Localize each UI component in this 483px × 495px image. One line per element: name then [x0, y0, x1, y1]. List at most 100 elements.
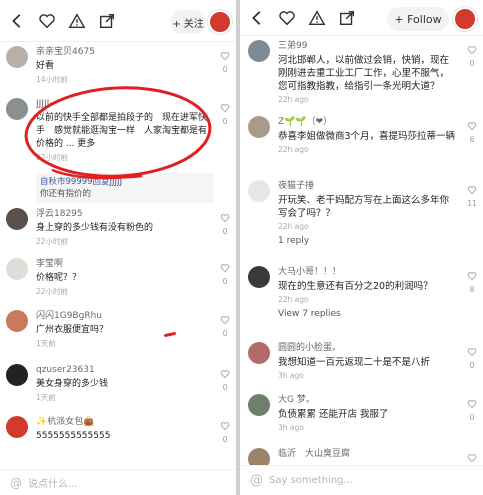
left-phone-screen: + 关注 亲亲宝贝4675 好看 14小时前 0 JJJJJ··· 以前的快手全… — [0, 0, 236, 495]
heart-icon[interactable] — [276, 7, 298, 29]
back-icon[interactable] — [6, 10, 28, 32]
like-count: 0 — [222, 435, 228, 444]
at-icon[interactable]: @ — [10, 476, 22, 490]
avatar[interactable] — [6, 258, 28, 280]
like-count: 11 — [467, 199, 477, 208]
like-count: 0 — [222, 383, 228, 392]
warning-icon[interactable] — [306, 7, 328, 29]
heart-icon — [220, 264, 230, 273]
like-count: 0 — [222, 117, 228, 126]
heart-icon — [467, 122, 477, 131]
comment-input-placeholder[interactable]: 说点什么... — [28, 475, 78, 490]
like-button[interactable]: 0 — [218, 310, 232, 339]
like-button[interactable]: 0 — [218, 364, 232, 393]
avatar[interactable] — [6, 310, 28, 332]
warning-icon[interactable] — [66, 10, 88, 32]
author-avatar[interactable] — [208, 10, 232, 34]
like-count: 0 — [222, 329, 228, 338]
comment-username[interactable]: Z🌱🌱（❤） — [278, 116, 457, 128]
back-icon[interactable] — [246, 7, 268, 29]
share-icon[interactable] — [96, 10, 118, 32]
avatar[interactable] — [6, 208, 28, 230]
comment-username[interactable]: 浮云18295 — [36, 208, 214, 220]
comment-text: 美女身穿的多少钱 — [36, 379, 109, 389]
avatar[interactable] — [6, 98, 28, 120]
comment-text: 身上穿的多少钱有没有粉色的 — [36, 223, 154, 233]
heart-icon — [467, 272, 477, 281]
at-icon[interactable]: @ — [250, 473, 263, 488]
heart-icon — [467, 46, 477, 55]
reply-preview[interactable]: 自秋市99999回复JJJJJ 你还有指价的 — [36, 173, 214, 203]
comment-time: 1天前 — [36, 393, 56, 402]
comment-username[interactable]: 大马小哥！！！ — [278, 266, 457, 278]
avatar[interactable] — [248, 180, 270, 202]
heart-icon[interactable] — [36, 10, 58, 32]
avatar[interactable] — [6, 416, 28, 438]
comment-username[interactable]: 临沂 大山臭豆腐 — [278, 448, 457, 460]
like-button[interactable]: 0 — [465, 40, 479, 69]
comment-time: 3h ago — [278, 371, 304, 380]
comment-time: 22小时前 — [36, 153, 69, 162]
comment-input-bar[interactable]: @ Say something... — [240, 465, 483, 495]
share-icon[interactable] — [336, 7, 358, 29]
comment-text: 负债累累 还能开店 我服了 — [278, 409, 389, 420]
avatar[interactable] — [6, 46, 28, 68]
comment-username[interactable]: 闪闪1G9BgRhu — [36, 310, 214, 322]
like-count: 0 — [222, 277, 228, 286]
comment-username[interactable]: 李莹啊 — [36, 258, 214, 270]
avatar[interactable] — [248, 266, 270, 288]
heart-icon — [220, 316, 230, 325]
like-button[interactable]: 0 — [465, 394, 479, 423]
screenshot-page: + 关注 亲亲宝贝4675 好看 14小时前 0 JJJJJ··· 以前的快手全… — [0, 0, 483, 495]
like-button[interactable]: 0 — [218, 208, 232, 237]
comment-time: 3h ago — [278, 423, 304, 432]
heart-icon — [220, 52, 230, 61]
comment-username[interactable]: 三弟99 — [278, 40, 457, 52]
like-button[interactable]: 0 — [218, 258, 232, 287]
comment-username[interactable]: ✨杭派女包👜 — [36, 416, 214, 428]
comment-text: 价格呢？？ — [36, 273, 82, 283]
comment-username[interactable]: 大G 梦。 — [278, 394, 457, 406]
comment-text: 广州衣服便宜吗？ — [36, 325, 109, 335]
comment-username[interactable]: 圆圆的小脸蛋。 — [278, 342, 457, 354]
comment-text: 现在的生意还有百分之20的利润吗？ — [278, 281, 433, 292]
comment-text: 恭喜李姐做微商3个月，喜提玛莎拉蒂一辆 — [278, 131, 456, 142]
view-replies-link[interactable]: 1 reply — [278, 236, 457, 246]
comment-text: 河北邯郸人，以前做过会销，快销，现在刚刚进去重工业工厂工作，心里不服气，您可指教… — [278, 55, 450, 92]
like-button[interactable]: 6 — [465, 116, 479, 145]
author-avatar[interactable] — [453, 7, 477, 31]
comment-input-bar[interactable]: @ 说点什么... — [0, 469, 236, 495]
comment-text: 开玩笑、老干妈配方写在上面这么多年你写会了吗？？ — [278, 195, 450, 219]
follow-button[interactable]: + 关注 — [170, 10, 206, 34]
like-button[interactable]: 0 — [218, 46, 232, 75]
like-button[interactable]: 8 — [465, 266, 479, 295]
like-count: 0 — [222, 65, 228, 74]
comment-username[interactable]: qzuser23631 — [36, 364, 214, 376]
heart-icon — [220, 104, 230, 113]
comment-text: 好看 — [36, 61, 55, 71]
like-button[interactable]: 0 — [465, 342, 479, 371]
like-button[interactable]: 0 — [218, 98, 232, 127]
comment-text: 5555555555555 — [36, 431, 111, 441]
follow-button[interactable]: + Follow — [387, 7, 449, 31]
comment-input-placeholder[interactable]: Say something... — [269, 475, 353, 486]
heart-icon — [220, 422, 230, 431]
avatar[interactable] — [248, 394, 270, 416]
comment-time: 22小时前 — [36, 287, 69, 296]
heart-icon — [467, 400, 477, 409]
comment-text[interactable]: 以前的快手全部都是拍段子的 现在进军快手 感觉就能逛淘宝一样 人家淘宝都是有价格… — [36, 112, 214, 151]
like-button[interactable]: 11 — [465, 180, 479, 209]
comment-time: 22h ago — [278, 95, 309, 104]
avatar[interactable] — [248, 116, 270, 138]
comment-time: 14小时前 — [36, 75, 69, 84]
like-button[interactable]: 0 — [218, 416, 232, 445]
view-replies-link[interactable]: View 7 replies — [278, 309, 457, 319]
comment-username[interactable]: JJJJJ··· — [36, 98, 214, 110]
avatar[interactable] — [6, 364, 28, 386]
comment-username[interactable]: 亲亲宝贝4675 — [36, 46, 214, 58]
avatar[interactable] — [248, 342, 270, 364]
avatar[interactable] — [248, 40, 270, 62]
heart-icon — [220, 370, 230, 379]
reply-username[interactable]: 自秋市99999回复JJJJJ — [40, 177, 122, 187]
comment-username[interactable]: 夜猫子捶 — [278, 180, 457, 192]
